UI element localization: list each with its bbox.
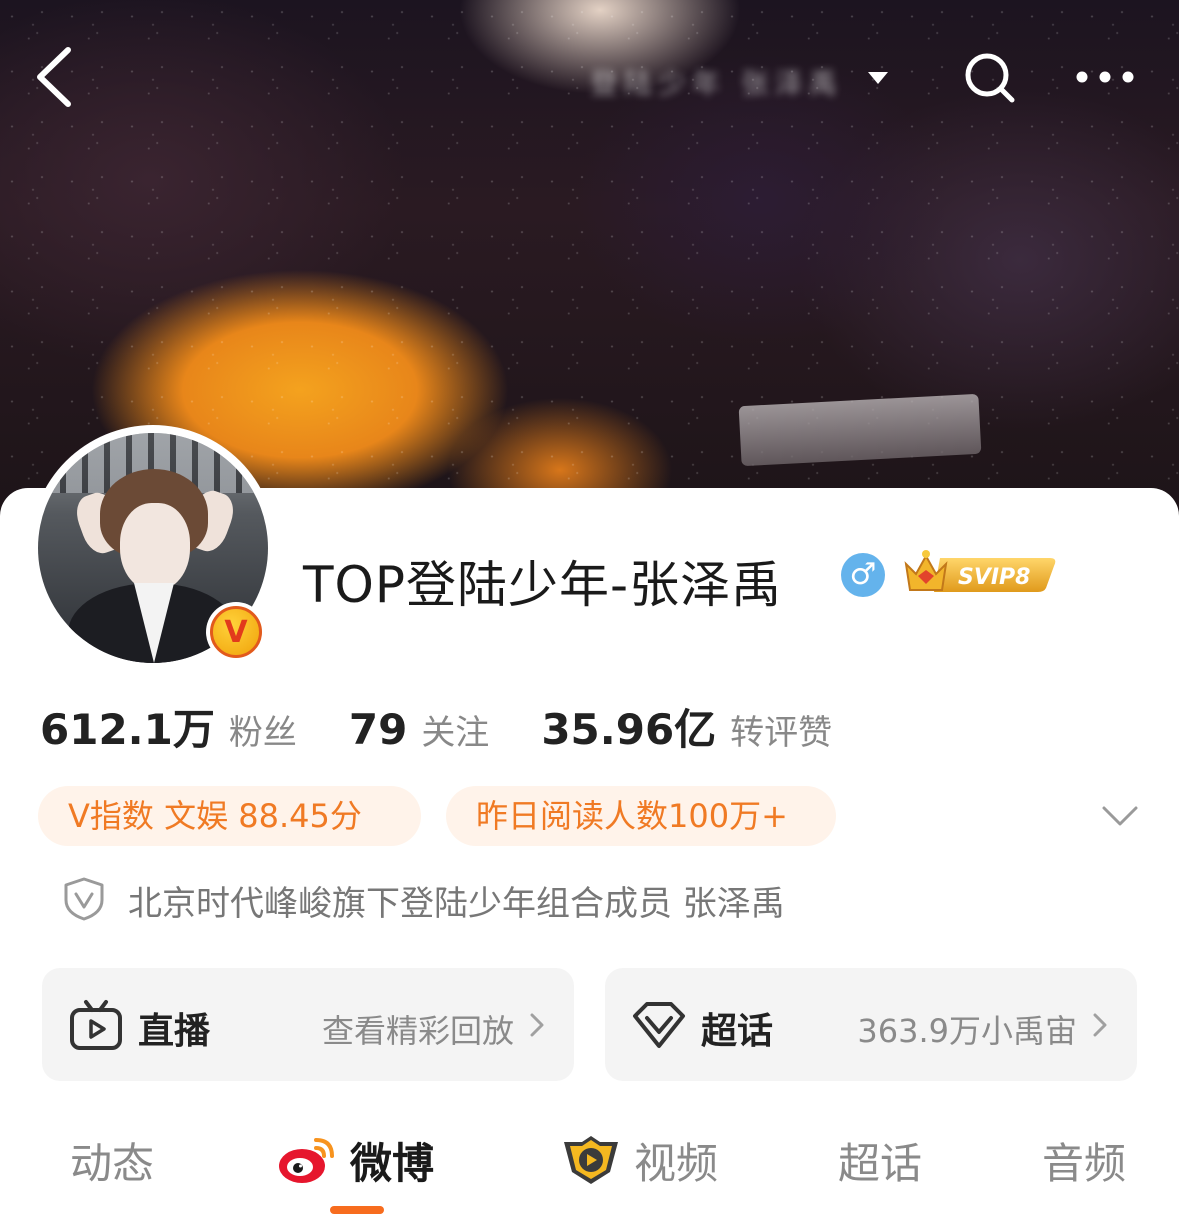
stat-value: 79 <box>348 705 408 754</box>
male-gender-icon: ♂ <box>841 553 885 597</box>
reader-count-tag[interactable]: 昨日阅读人数100万+ <box>446 786 836 846</box>
stat-value: 35.96亿 <box>541 705 717 754</box>
search-icon <box>965 53 1015 103</box>
stat-following[interactable]: 79 关注 <box>349 705 489 754</box>
more-options-button[interactable] <box>1070 60 1140 94</box>
tab-video[interactable]: 视频 <box>634 1130 718 1191</box>
back-button[interactable] <box>28 42 88 112</box>
stat-interactions[interactable]: 35.96亿 转评赞 <box>541 696 832 757</box>
super-topic-title: 超话 <box>701 1011 774 1052</box>
tab-audio[interactable]: 音频 <box>1042 1130 1126 1191</box>
video-play-icon[interactable] <box>560 1134 622 1186</box>
svip-badge-icon[interactable]: SVIP8 <box>900 544 1060 596</box>
profile-tabs: 动态 微博 视频 超话 音频 <box>0 1120 1179 1224</box>
tv-icon <box>70 1000 122 1050</box>
weibo-logo-icon[interactable] <box>276 1132 338 1186</box>
banner-detail <box>738 393 982 467</box>
stat-label: 粉丝 <box>228 713 297 753</box>
live-card[interactable]: 直播 查看精彩回放 <box>42 968 574 1081</box>
chevron-down-icon[interactable] <box>1100 800 1140 830</box>
stat-label: 关注 <box>421 713 490 753</box>
profile-name: TOP登陆少年-张泽禹 <box>303 556 783 614</box>
chevron-right-icon <box>530 1013 544 1037</box>
more-dots-icon <box>1076 71 1134 83</box>
nav-title-blurred[interactable]: 登陆少年 张泽禹 <box>590 62 890 102</box>
search-button[interactable] <box>960 48 1020 108</box>
super-topic-subtitle: 363.9万小禹宙 <box>857 1012 1077 1050</box>
caret-down-icon[interactable] <box>866 68 890 88</box>
stat-value: 612.1万 <box>40 705 215 754</box>
stats-row: 612.1万 粉丝 79 关注 35.96亿 转评赞 <box>40 696 884 756</box>
shield-v-icon <box>64 877 104 921</box>
stat-followers[interactable]: 612.1万 粉丝 <box>40 696 297 757</box>
diamond-icon <box>633 1002 685 1048</box>
chevron-left-icon <box>37 47 71 107</box>
verification-text: 北京时代峰峻旗下登陆少年组合成员 张泽禹 <box>128 884 785 924</box>
tab-weibo[interactable]: 微博 <box>350 1130 434 1191</box>
top-nav-bar: 登陆少年 张泽禹 <box>0 0 1179 150</box>
svg-text:SVIP8: SVIP8 <box>958 565 1031 590</box>
active-tab-indicator <box>330 1206 384 1214</box>
verified-v-badge-icon: V <box>206 602 266 662</box>
v-index-tag[interactable]: V指数 文娱 88.45分 <box>38 786 421 846</box>
super-topic-card[interactable]: 超话 363.9万小禹宙 <box>605 968 1137 1081</box>
live-title: 直播 <box>138 1011 211 1052</box>
tab-feed[interactable]: 动态 <box>70 1130 154 1191</box>
stat-label: 转评赞 <box>730 713 833 753</box>
tab-super-topic[interactable]: 超话 <box>838 1130 922 1191</box>
chevron-right-icon <box>1093 1013 1107 1037</box>
live-subtitle: 查看精彩回放 <box>321 1012 514 1050</box>
